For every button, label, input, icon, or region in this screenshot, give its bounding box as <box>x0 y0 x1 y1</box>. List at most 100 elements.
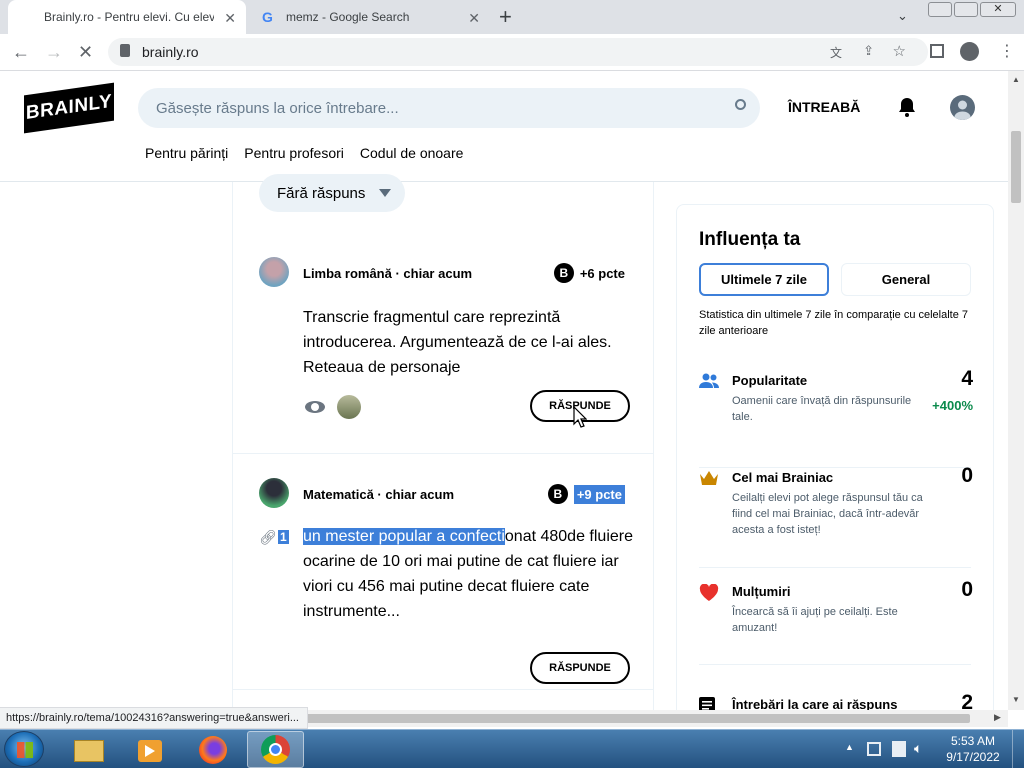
search-icon[interactable] <box>735 99 746 110</box>
filter-label: Fără răspuns <box>277 184 366 202</box>
tab-title: memz - Google Search <box>286 10 410 24</box>
action-center-icon[interactable] <box>892 741 906 757</box>
link-status-bubble: https://brainly.ro/tema/10024316?answeri… <box>0 707 308 729</box>
selected-text: un mester popular a confecti <box>303 528 505 545</box>
tab-title: Brainly.ro - Pentru elevi. Cu elevi. <box>44 10 214 24</box>
file-explorer-taskbar-icon[interactable] <box>66 734 112 766</box>
question-meta: Limba română · chiar acum <box>303 266 473 281</box>
stat-popularity: Popularitate 4 Oamenii care învață din r… <box>699 367 973 433</box>
divider <box>699 467 971 468</box>
maximize-button[interactable] <box>954 2 978 17</box>
chevron-down-icon <box>379 189 391 197</box>
stat-name: Mulțumiri <box>732 584 791 599</box>
show-desktop-button[interactable] <box>1012 730 1024 769</box>
ask-question-button[interactable]: ÎNTREABĂ <box>788 99 860 115</box>
stat-name: Cel mai Brainiac <box>732 470 834 485</box>
minimize-button[interactable] <box>928 2 952 17</box>
stat-thanks: Mulțumiri 0 Încearcă să îi ajuți pe ceil… <box>699 578 973 644</box>
influence-description: Statistica din ultimele 7 zile în compar… <box>699 309 969 337</box>
tab-brainly[interactable]: Brainly.ro - Pentru elevi. Cu elevi. ✕ <box>8 0 246 34</box>
stat-description: Ceilalți elevi pot alege răspunsul tău c… <box>732 492 923 536</box>
brainly-logo[interactable]: BRAINLY <box>24 82 114 134</box>
scrollbar-thumb[interactable] <box>1011 131 1021 203</box>
heart-icon <box>699 583 721 602</box>
browser-toolbar: ← → ✕ brainly.ro 文 ⇪ ☆ ⋮ <box>0 34 1024 71</box>
chrome-taskbar-icon[interactable] <box>247 731 304 768</box>
page-viewport: BRAINLY Găsește răspuns la orice întreba… <box>0 71 1008 710</box>
questions-feed: Fără răspuns Limba română · chiar acum B… <box>232 174 654 710</box>
stat-description: Încearcă să îi ajuți pe ceilalți. Este a… <box>732 606 898 634</box>
question-text[interactable]: un mester popular a confectionat 480de f… <box>303 524 633 624</box>
scroll-right-icon[interactable]: ▶ <box>994 712 1001 723</box>
brainly-points-icon: B <box>547 484 568 504</box>
media-player-taskbar-icon[interactable] <box>128 734 174 766</box>
subject-label[interactable]: Matematică <box>303 487 374 502</box>
user-avatar[interactable] <box>259 478 289 508</box>
people-icon <box>699 373 721 391</box>
influence-title: Influența ta <box>699 229 801 250</box>
stat-answered: Întrebări la care ai răspuns 2 <box>699 691 973 710</box>
eye-icon <box>305 401 325 413</box>
side-panel-icon[interactable] <box>930 44 944 58</box>
bookmark-star-icon[interactable]: ☆ <box>893 42 906 60</box>
user-avatar-icon[interactable] <box>950 95 975 120</box>
share-icon[interactable]: ⇪ <box>863 43 874 59</box>
close-icon[interactable]: ✕ <box>468 10 480 27</box>
answer-button[interactable]: RĂSPUNDE <box>530 652 630 684</box>
address-bar[interactable]: brainly.ro 文 ⇪ ☆ <box>108 38 928 66</box>
vertical-scrollbar[interactable]: ▲ ▼ <box>1008 71 1024 710</box>
clock[interactable]: 5:53 AM 9/17/2022 <box>940 733 1006 765</box>
subject-label[interactable]: Limba română <box>303 266 392 281</box>
tab-last-7-days[interactable]: Ultimele 7 zile <box>699 263 829 296</box>
nav-teachers-link[interactable]: Pentru profesori <box>244 145 344 161</box>
clock-time: 5:53 AM <box>950 734 996 748</box>
stop-loading-icon[interactable]: ✕ <box>78 42 93 63</box>
profile-icon[interactable] <box>960 42 979 61</box>
paperclip-icon: 🔗︎ <box>259 529 277 545</box>
time-label: chiar acum <box>403 266 473 281</box>
nav-honor-code-link[interactable]: Codul de onoare <box>360 145 464 161</box>
search-input[interactable]: Găsește răspuns la orice întrebare... <box>138 88 760 128</box>
points-badge: B +9 pcte <box>547 484 625 504</box>
question-card[interactable]: Matematică · chiar acum B +9 pcte 🔗︎ 1 u… <box>233 454 653 690</box>
question-text[interactable]: Transcrie fragmentul care reprezintă int… <box>303 305 633 380</box>
user-avatar[interactable] <box>259 257 289 287</box>
brainly-points-icon: B <box>553 263 574 283</box>
crown-icon <box>699 470 721 488</box>
unanswered-filter-dropdown[interactable]: Fără răspuns <box>259 174 405 212</box>
stat-value: 2 <box>961 691 973 710</box>
volume-icon[interactable]: 🔈︎ <box>914 740 922 757</box>
divider <box>699 567 971 568</box>
influence-panel: Influența ta Ultimele 7 zile General Sta… <box>676 204 994 710</box>
new-tab-button[interactable]: + <box>499 4 512 30</box>
start-button[interactable] <box>4 731 44 767</box>
windows-taskbar: ▲ 🔈︎ 5:53 AM 9/17/2022 <box>0 729 1024 769</box>
brainly-favicon-icon <box>20 9 36 25</box>
forward-icon[interactable]: → <box>45 42 63 63</box>
nav-parents-link[interactable]: Pentru părinți <box>145 145 228 161</box>
menu-kebab-icon[interactable]: ⋮ <box>999 41 1015 61</box>
close-window-button[interactable]: ✕ <box>980 2 1016 17</box>
notifications-bell-icon[interactable] <box>898 97 916 117</box>
stat-value: 4 <box>961 367 973 390</box>
lock-icon <box>120 44 130 57</box>
firefox-taskbar-icon[interactable] <box>190 734 236 766</box>
viewer-avatar <box>337 395 361 419</box>
tab-search-icon[interactable]: ⌄ <box>897 8 908 24</box>
show-hidden-icons-icon[interactable]: ▲ <box>845 742 854 752</box>
back-icon[interactable]: ← <box>12 42 30 63</box>
tab-google[interactable]: G memz - Google Search ✕ <box>250 0 490 34</box>
question-card[interactable]: Limba română · chiar acum B +6 pcte Tran… <box>233 232 653 454</box>
translate-icon[interactable]: 文 <box>830 44 842 61</box>
points-label: +9 pcte <box>573 484 625 504</box>
scroll-down-icon[interactable]: ▼ <box>1012 695 1020 704</box>
stat-brainiac: Cel mai Brainiac 0 Ceilalți elevi pot al… <box>699 464 973 540</box>
mouse-cursor-icon <box>573 405 588 433</box>
network-icon[interactable] <box>867 742 881 756</box>
close-icon[interactable]: ✕ <box>224 10 236 27</box>
scroll-up-icon[interactable]: ▲ <box>1012 75 1020 84</box>
stat-name: Popularitate <box>732 373 808 388</box>
tab-general[interactable]: General <box>841 263 971 296</box>
list-icon <box>699 697 721 710</box>
clock-date: 9/17/2022 <box>946 750 1000 764</box>
